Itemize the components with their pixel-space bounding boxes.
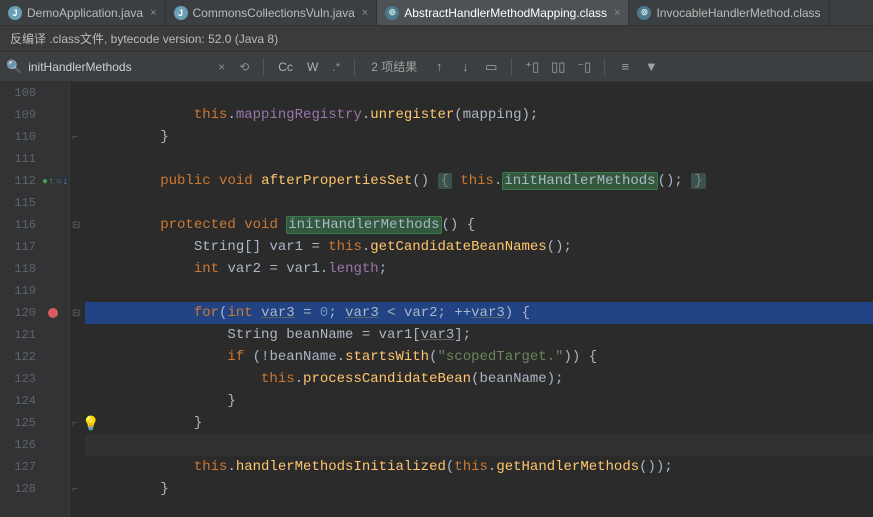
- regex-button[interactable]: .*: [328, 58, 344, 76]
- implements-marker-icon[interactable]: ○↓: [56, 172, 68, 194]
- code-line-current: [85, 434, 873, 456]
- add-selection-button[interactable]: ⁺▯: [522, 57, 542, 77]
- line-number: 109: [0, 104, 40, 126]
- fold-end-icon[interactable]: ⌐: [72, 128, 78, 150]
- line-number: 124: [0, 390, 40, 412]
- prev-match-button[interactable]: ↑: [429, 57, 449, 77]
- line-number: 108: [0, 82, 40, 104]
- close-icon[interactable]: ×: [362, 7, 368, 19]
- find-bar: 🔍 initHandlerMethods × ⟲ Cc W .* 2 项结果 ↑…: [0, 52, 873, 82]
- next-match-button[interactable]: ↓: [455, 57, 475, 77]
- separator: [604, 58, 605, 76]
- class-file-icon: ⊚: [385, 6, 399, 20]
- code-line: this.processCandidateBean(beanName);: [85, 368, 873, 390]
- fold-start-icon[interactable]: ⊟: [72, 304, 80, 326]
- line-number: 120: [0, 302, 40, 324]
- tab-abstract-handler[interactable]: ⊚ AbstractHandlerMethodMapping.class ×: [377, 0, 629, 25]
- fold-end-icon[interactable]: ⌐: [72, 414, 78, 436]
- line-number: 115: [0, 192, 40, 214]
- line-number: 125: [0, 412, 40, 434]
- code-line: int var2 = var1.length;: [85, 258, 873, 280]
- tab-commons-collections[interactable]: J CommonsCollectionsVuln.java ×: [166, 0, 378, 25]
- remove-occurrence-button[interactable]: ⁻▯: [574, 57, 594, 77]
- clear-search-button[interactable]: ×: [214, 58, 229, 76]
- line-number: 118: [0, 258, 40, 280]
- tab-invocable-handler[interactable]: ⊚ InvocableHandlerMethod.class: [629, 0, 829, 25]
- code-line: String[] var1 = this.getCandidateBeanNam…: [85, 236, 873, 258]
- code-line: }: [85, 390, 873, 412]
- match-case-button[interactable]: Cc: [274, 58, 297, 76]
- line-number: 122: [0, 346, 40, 368]
- line-number: 127: [0, 456, 40, 478]
- line-number: 119: [0, 280, 40, 302]
- code-area[interactable]: this.mappingRegistry.unregister(mapping)…: [85, 82, 873, 517]
- line-number: 116: [0, 214, 40, 236]
- info-text: 反编译 .class文件, bytecode version: 52.0 (Ja…: [10, 32, 278, 46]
- line-number: 110: [0, 126, 40, 148]
- fold-end-icon[interactable]: ⌐: [72, 480, 78, 502]
- fold-start-icon[interactable]: ⊟: [72, 216, 80, 238]
- whole-word-button[interactable]: W: [303, 58, 322, 76]
- code-line: public void afterPropertiesSet() { this.…: [85, 170, 873, 192]
- separator: [354, 58, 355, 76]
- fold-column: ⌐ ⊟ ⊟ ⌐ ⌐ 💡: [70, 82, 85, 517]
- line-number: 126: [0, 434, 40, 456]
- code-line: }: [85, 478, 873, 500]
- line-number: 117: [0, 236, 40, 258]
- decompile-info-bar: 反编译 .class文件, bytecode version: 52.0 (Ja…: [0, 26, 873, 52]
- code-line: this.handlerMethodsInitialized(this.getH…: [85, 456, 873, 478]
- tab-label: AbstractHandlerMethodMapping.class: [404, 6, 607, 20]
- tab-label: CommonsCollectionsVuln.java: [193, 6, 355, 20]
- line-number: 128: [0, 478, 40, 500]
- gutter: 108 109 110 111 112 115 116 117 118 119 …: [0, 82, 70, 517]
- separator: [511, 58, 512, 76]
- close-icon[interactable]: ×: [150, 7, 156, 19]
- line-number: 112: [0, 170, 40, 192]
- tab-label: DemoApplication.java: [27, 6, 143, 20]
- code-line-highlighted: for(int var3 = 0; var3 < var2; ++var3) {: [85, 302, 873, 324]
- settings-icon[interactable]: ≡: [615, 57, 635, 77]
- code-line: if (!beanName.startsWith("scopedTarget."…: [85, 346, 873, 368]
- line-number: 121: [0, 324, 40, 346]
- code-line: String beanName = var1[var3];: [85, 324, 873, 346]
- tab-label: InvocableHandlerMethod.class: [656, 6, 820, 20]
- editor-tabs: J DemoApplication.java × J CommonsCollec…: [0, 0, 873, 26]
- history-button[interactable]: ⟲: [235, 58, 253, 76]
- search-query-text: initHandlerMethods: [28, 60, 131, 74]
- code-line: }: [85, 412, 873, 434]
- breakpoint-icon[interactable]: [48, 308, 58, 318]
- filter-icon[interactable]: ▼: [641, 57, 661, 77]
- class-file-icon: ⊚: [637, 6, 651, 20]
- code-line: protected void initHandlerMethods() {: [85, 214, 873, 236]
- select-all-button[interactable]: ▭: [481, 57, 501, 77]
- tab-demo-application[interactable]: J DemoApplication.java ×: [0, 0, 166, 25]
- code-line: }: [85, 126, 873, 148]
- code-line: this.mappingRegistry.unregister(mapping)…: [85, 104, 873, 126]
- java-file-icon: J: [174, 6, 188, 20]
- java-file-icon: J: [8, 6, 22, 20]
- search-input[interactable]: initHandlerMethods: [28, 60, 208, 74]
- close-icon[interactable]: ×: [614, 7, 620, 19]
- code-editor[interactable]: 108 109 110 111 112 115 116 117 118 119 …: [0, 82, 873, 517]
- results-count: 2 项结果: [371, 58, 417, 75]
- separator: [263, 58, 264, 76]
- line-number: 111: [0, 148, 40, 170]
- search-icon: 🔍: [6, 59, 22, 75]
- override-marker-icon[interactable]: ●↑: [42, 172, 54, 194]
- select-occurrences-button[interactable]: ▯▯: [548, 57, 568, 77]
- line-number: 123: [0, 368, 40, 390]
